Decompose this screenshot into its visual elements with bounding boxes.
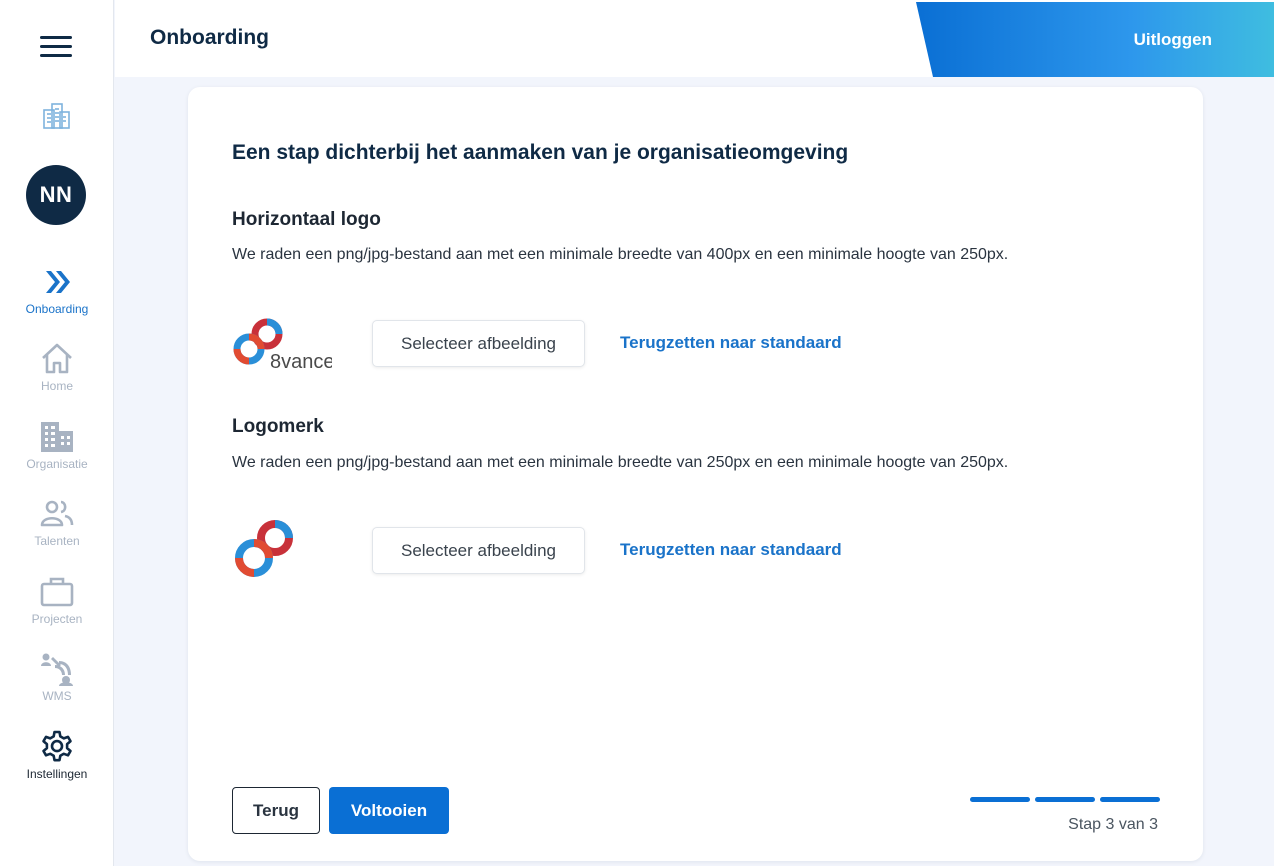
sidebar-item-wms[interactable]: WMS — [0, 651, 114, 703]
section-description: We raden een png/jpg-bestand aan met een… — [232, 454, 1009, 471]
sidebar-item-label: Projecten — [31, 612, 83, 626]
avatar[interactable]: NN — [26, 165, 86, 225]
double-chevron-right-icon — [46, 271, 70, 293]
logo-8vance-mark-icon — [235, 520, 293, 577]
sidebar-item-label: Onboarding — [25, 302, 89, 316]
section-title-logomark: Logomerk — [232, 416, 324, 437]
logomark-preview — [230, 517, 300, 588]
logout-label: Uitloggen — [1133, 30, 1212, 49]
select-image-button-horizontal-logo[interactable]: Selecteer afbeelding — [372, 320, 585, 367]
page-title: Onboarding — [150, 26, 269, 49]
gear-icon — [42, 730, 72, 762]
sidebar-item-talenten[interactable]: Talenten — [0, 496, 114, 548]
finish-button[interactable]: Voltooien — [329, 787, 449, 834]
sidebar-item-instellingen[interactable]: Instellingen — [0, 729, 114, 781]
step-indicator — [970, 797, 1030, 802]
section-title-horizontal-logo: Horizontaal logo — [232, 209, 381, 230]
briefcase-icon — [40, 577, 74, 607]
back-button[interactable]: Terug — [232, 787, 320, 834]
logo-wordmark: 8vance — [270, 351, 332, 370]
step-indicator — [1100, 797, 1160, 802]
sidebar-item-label: WMS — [42, 689, 72, 703]
menu-icon[interactable] — [40, 36, 74, 60]
reset-default-link-horizontal-logo[interactable]: Terugzetten naar standaard — [620, 333, 842, 353]
building-icon — [41, 422, 73, 452]
section-description: We raden een png/jpg-bestand aan met een… — [232, 246, 1009, 263]
reset-default-link-logomark[interactable]: Terugzetten naar standaard — [620, 540, 842, 560]
sidebar-item-projecten[interactable]: Projecten — [0, 574, 114, 626]
logout-button[interactable]: Uitloggen — [916, 2, 1274, 77]
wms-icon — [41, 653, 73, 686]
select-image-button-logomark[interactable]: Selecteer afbeelding — [372, 527, 585, 574]
organisation-switch-icon[interactable] — [40, 100, 72, 132]
top-header: Onboarding Uitloggen — [115, 0, 1274, 77]
step-indicator — [1035, 797, 1095, 802]
card-title: Een stap dichterbij het aanmaken van je … — [232, 141, 849, 164]
step-counter: Stap 3 van 3 — [1068, 816, 1158, 833]
sidebar-item-organisatie[interactable]: Organisatie — [0, 419, 114, 471]
horizontal-logo-preview: 8vance — [230, 314, 335, 375]
sidebar-item-label: Home — [40, 379, 73, 393]
onboarding-card: Een stap dichterbij het aanmaken van je … — [188, 87, 1203, 861]
sidebar-item-onboarding[interactable]: Onboarding — [0, 264, 114, 316]
sidebar-item-home[interactable]: Home — [0, 341, 114, 393]
sidebar-item-label: Instellingen — [26, 767, 88, 781]
sidebar-item-label: Organisatie — [26, 457, 88, 471]
sidebar-item-label: Talenten — [34, 534, 80, 548]
home-icon — [42, 343, 72, 374]
logo-8vance-horizontal-icon: 8vance — [233, 318, 335, 373]
people-icon — [40, 500, 74, 527]
sidebar: NN Onboarding Home Organisatie Talenten — [0, 0, 114, 866]
step-progress — [970, 797, 1160, 802]
